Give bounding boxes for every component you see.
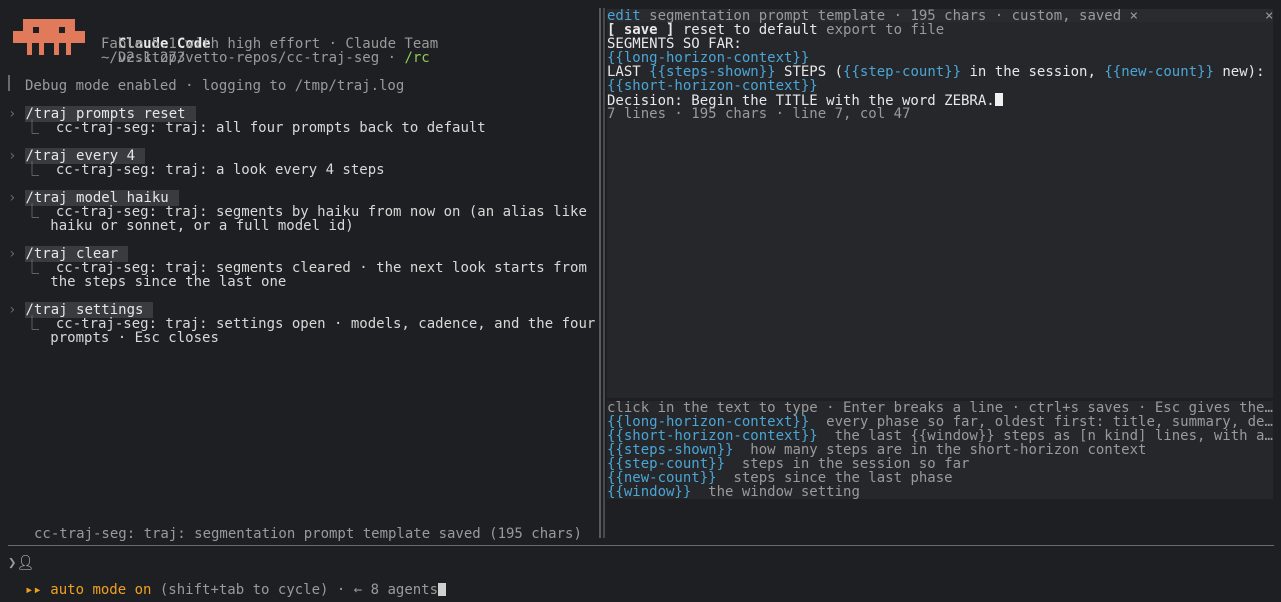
command-output-line: ⎿ cc-traj-seg: traj: all four prompts ba… <box>25 121 486 135</box>
command-entry: ›/traj clear <box>8 246 129 262</box>
command-output-text: the steps since the last one <box>50 274 287 290</box>
command-entry: ›/traj prompts reset <box>8 106 196 122</box>
editor-line-2: {{long-horizon-context}} <box>607 50 810 66</box>
title-close-icon[interactable]: × <box>1130 8 1138 24</box>
var-new-count: {{new-count}} <box>1104 64 1214 80</box>
debug-line: Debug mode enabled · logging to /tmp/tra… <box>25 78 405 94</box>
auto-mode-label[interactable]: auto mode on <box>50 582 151 598</box>
prompt-separator <box>8 545 1274 546</box>
pane-divider[interactable] <box>599 8 601 538</box>
command-output-line: ⎿ cc-traj-seg: traj: a look every 4 step… <box>25 163 385 177</box>
chevron-right-icon: › <box>8 246 17 262</box>
command-entry: ›/traj settings <box>8 302 154 318</box>
variable-legend-item: {{long-horizon-context}} every phase so … <box>607 415 1273 429</box>
text-cursor <box>994 93 1003 106</box>
command-output-line: prompts · Esc closes <box>25 331 219 345</box>
editor-line-3: LAST {{steps-shown}} STEPS ({{step-count… <box>607 65 1265 79</box>
footer-cursor <box>438 583 447 596</box>
command-entry: ›/traj model haiku <box>8 190 179 206</box>
rc-link[interactable]: /rc <box>404 50 429 66</box>
command-output-line: the steps since the last one <box>25 275 286 289</box>
chevron-right-icon: › <box>8 302 17 318</box>
command-output-line: ⎿ cc-traj-seg: traj: segments by haiku f… <box>25 205 587 219</box>
footer-status: ▸▸ auto mode on (shift+tab to cycle) · ←… <box>25 582 447 598</box>
command-output-text: haiku or sonnet, or a full model id) <box>50 218 354 234</box>
variable-description: the window setting <box>691 484 860 500</box>
command-output-text: prompts · Esc closes <box>50 330 219 346</box>
user-cursor-icon: 👤︎ <box>16 555 35 571</box>
editor-hint: click in the text to type · Enter breaks… <box>607 400 1273 416</box>
command-output-line: haiku or sonnet, or a full model id) <box>25 218 354 234</box>
command-entry: ›/traj every 4 <box>8 148 146 164</box>
editor-line-1: SEGMENTS SO FAR: <box>607 36 742 52</box>
footer-hint: (shift+tab to cycle) · ← 8 agents <box>151 582 439 598</box>
line3-text-d: new): <box>1213 64 1265 80</box>
var-step-count: {{step-count}} <box>843 64 962 80</box>
tree-corner-icon: ⎿ <box>25 120 56 136</box>
editor-stats: 7 lines · 195 chars · line 7, col 47 <box>607 106 911 122</box>
editor-title: edit segmentation prompt template · 195 … <box>607 9 1138 23</box>
close-icon[interactable]: × <box>1265 9 1273 23</box>
path-text: ~/Desktop/vetto-repos/cc-traj-seg · <box>101 50 405 66</box>
variable-name: {{window}} <box>607 484 692 500</box>
status-message: cc-traj-seg: traj: segmentation prompt t… <box>34 526 582 542</box>
working-directory: ~/Desktop/vetto-repos/cc-traj-seg · /rc <box>101 51 430 65</box>
prompt-line[interactable]: ❯👤︎ <box>8 556 34 570</box>
variable-legend-item: {{window}} the window setting <box>607 485 860 499</box>
variable-legend-item: {{step-count}} steps in the session so f… <box>607 457 969 471</box>
debug-bar <box>8 75 10 91</box>
tree-corner-icon: ⎿ <box>25 162 56 178</box>
chevron-right-icon: › <box>8 190 17 206</box>
command-output-text: cc-traj-seg: traj: a look every 4 steps <box>55 162 385 178</box>
command-output-line: ⎿ cc-traj-seg: traj: settings open · mod… <box>25 317 595 331</box>
variable-legend-item: {{short-horizon-context}} the last {{win… <box>607 429 1273 443</box>
line3-text-c: in the session, <box>961 64 1105 80</box>
command-output-text: cc-traj-seg: traj: all four prompts back… <box>55 120 486 136</box>
model-line: Fable 5.1 with high effort · Claude Team <box>101 36 439 52</box>
chevron-right-icon: › <box>8 148 17 164</box>
variable-legend-item: {{steps-shown}} how many steps are in th… <box>607 443 1146 457</box>
pane-divider-inner <box>603 8 605 538</box>
chevron-right-icon: › <box>8 106 17 122</box>
editor-toolbar: [ save ] reset to default export to file <box>607 23 944 37</box>
claude-mascot-icon <box>13 19 85 55</box>
export-file-button[interactable]: export to file <box>826 22 944 38</box>
editor-line-4: {{short-horizon-context}} <box>607 78 818 94</box>
auto-mode-arrows-icon: ▸▸ <box>25 582 42 598</box>
variable-legend-item: {{new-count}} steps since the last phase <box>607 471 953 485</box>
command-output-line: ⎿ cc-traj-seg: traj: segments cleared · … <box>25 261 587 275</box>
